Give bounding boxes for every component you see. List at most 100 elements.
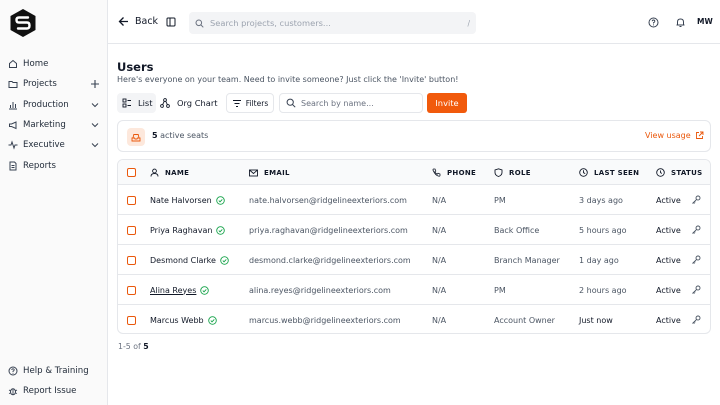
list-view-tab[interactable]: List [117, 93, 156, 113]
row-checkbox[interactable] [127, 255, 136, 265]
row-checkbox[interactable] [127, 225, 136, 235]
column-header-email[interactable]: EMAIL [249, 160, 290, 185]
user-role: PM [494, 195, 506, 205]
table-row[interactable]: Alina Reyes alina.reyes@ridgelineexterio… [118, 275, 710, 305]
pagination-summary: 1-5 of 5 [118, 342, 149, 351]
status-circle-icon [656, 168, 665, 177]
invite-button[interactable]: Invite [427, 93, 467, 113]
name-search-field[interactable] [279, 93, 423, 113]
sidebar-item-executive[interactable]: Executive [0, 135, 108, 155]
help-circle-icon[interactable] [648, 17, 659, 31]
search-shortcut: / [467, 18, 470, 28]
table-row[interactable]: Desmond Clarke desmond.clarke@ridgelinee… [118, 245, 710, 275]
user-name-cell[interactable]: Priya Raghavan [150, 215, 226, 245]
table-row[interactable]: Nate Halvorsen nate.halvorsen@ridgelinee… [118, 185, 710, 215]
status-badge: Active [656, 195, 681, 205]
sidebar-item-label: Home [23, 59, 49, 70]
user-name: Marcus Webb [150, 315, 204, 325]
search-icon [286, 98, 296, 108]
back-button[interactable]: Back [118, 16, 158, 27]
megaphone-icon [8, 120, 18, 130]
sidebar-item-marketing[interactable]: Marketing [0, 115, 108, 135]
user-email: desmond.clarke@ridgelineexteriors.com [249, 255, 411, 265]
chevron-down-icon[interactable] [90, 100, 100, 110]
user-last-seen: 5 hours ago [579, 225, 627, 235]
column-header-label: LAST SEEN [594, 168, 640, 177]
user-role: Back Office [494, 225, 540, 235]
list-icon [122, 98, 131, 108]
column-header-role[interactable]: ROLE [494, 160, 531, 185]
sidebar-toggle-icon[interactable] [166, 17, 176, 30]
name-search-input[interactable] [301, 98, 411, 108]
row-checkbox[interactable] [127, 285, 136, 295]
bar-chart-icon [8, 100, 18, 110]
filters-button[interactable]: Filters [226, 93, 274, 113]
plus-icon[interactable] [90, 79, 100, 89]
user-role: Branch Manager [494, 255, 560, 265]
search-icon [195, 19, 204, 28]
user-last-seen: 3 days ago [579, 195, 623, 205]
sidebar: Home Projects Production Marketing Execu… [0, 0, 108, 405]
user-phone: N/A [432, 195, 447, 205]
filters-label: Filters [245, 98, 269, 108]
select-all-checkbox[interactable] [127, 168, 136, 177]
clock-icon [579, 168, 588, 177]
avatar[interactable]: MW [697, 17, 713, 26]
verified-check-icon [216, 225, 226, 235]
org-chart-icon [160, 98, 170, 108]
sidebar-item-projects[interactable]: Projects [0, 74, 108, 94]
table-row[interactable]: Marcus Webb marcus.webb@ridgelineexterio… [118, 305, 710, 333]
key-icon[interactable] [691, 255, 701, 265]
active-seats-text: 5 active seats [152, 131, 208, 140]
hexagon-s-logo[interactable] [8, 8, 38, 38]
verified-check-icon [220, 255, 229, 265]
sidebar-item-help[interactable]: Help & Training [0, 361, 108, 381]
active-seats-count: 5 [152, 131, 158, 140]
bell-icon[interactable] [675, 17, 686, 31]
sidebar-item-label: Executive [23, 140, 65, 151]
user-phone: N/A [432, 285, 447, 295]
chevron-down-icon[interactable] [90, 120, 100, 130]
user-phone: N/A [432, 255, 447, 265]
column-header-label: EMAIL [264, 168, 290, 177]
column-header-label: PHONE [447, 168, 477, 177]
column-header-label: ROLE [509, 168, 531, 177]
global-search-input[interactable]: Search projects, customers... / [189, 12, 476, 34]
org-chart-label: Org Chart [177, 98, 218, 108]
sidebar-item-production[interactable]: Production [0, 95, 108, 115]
column-header-phone[interactable]: PHONE [432, 160, 476, 185]
key-icon[interactable] [691, 195, 701, 205]
column-header-last-seen[interactable]: LAST SEEN [579, 160, 639, 185]
user-phone: N/A [432, 315, 447, 325]
status-badge: Active [656, 255, 681, 265]
column-header-status[interactable]: STATUS [656, 160, 702, 185]
users-toolbar: List Org Chart Filters Invite [117, 93, 477, 113]
user-name-cell[interactable]: Alina Reyes [150, 275, 210, 305]
row-checkbox[interactable] [127, 315, 136, 325]
question-icon [8, 366, 18, 376]
active-seats-label: active seats [160, 131, 209, 140]
verified-check-icon [215, 195, 225, 205]
user-email: alina.reyes@ridgelineexteriors.com [249, 285, 391, 295]
sidebar-item-reports[interactable]: Reports [0, 155, 108, 175]
table-row[interactable]: Priya Raghavan priya.raghavan@ridgelinee… [118, 215, 710, 245]
org-chart-tab[interactable]: Org Chart [160, 93, 218, 113]
user-name-cell[interactable]: Marcus Webb [150, 305, 217, 333]
phone-icon [432, 168, 441, 177]
sidebar-item-report-issue[interactable]: Report Issue [0, 381, 108, 401]
user-status-cell: Active [656, 245, 701, 275]
user-status-cell: Active [656, 305, 701, 333]
sidebar-item-home[interactable]: Home [0, 54, 108, 74]
user-name-cell[interactable]: Nate Halvorsen [150, 185, 225, 215]
view-usage-link[interactable]: View usage [645, 131, 704, 140]
row-checkbox[interactable] [127, 195, 136, 205]
key-icon[interactable] [691, 315, 701, 325]
user-name: Alina Reyes [150, 285, 197, 295]
column-header-name[interactable]: NAME [150, 160, 189, 185]
chevron-down-icon[interactable] [90, 140, 100, 150]
key-icon[interactable] [691, 285, 701, 295]
page-subtitle: Here's everyone on your team. Need to in… [117, 75, 459, 84]
key-icon[interactable] [691, 225, 701, 235]
pagination-range: 1-5 [118, 342, 131, 351]
user-name-cell[interactable]: Desmond Clarke [150, 245, 229, 275]
